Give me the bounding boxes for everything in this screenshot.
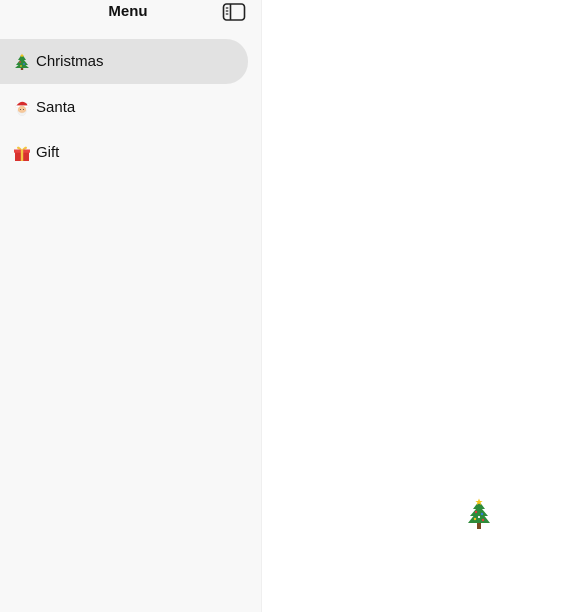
sidebar-item-santa[interactable]: Santa [0, 85, 248, 130]
sidebar-title: Menu [108, 3, 148, 20]
santa-icon [15, 101, 30, 116]
sidebar-item-christmas[interactable]: Christmas [0, 39, 248, 84]
sidebar-toggle-button[interactable] [222, 2, 246, 22]
christmas-tree-icon [15, 53, 29, 70]
sidebar: Menu Christmas Santa Gift [0, 0, 262, 612]
sidebar-item-label: Christmas [36, 53, 104, 70]
christmas-tree-icon [468, 498, 490, 529]
sidebar-header: Menu [0, 0, 261, 26]
sidebar-item-label: Gift [36, 144, 60, 161]
sidebar-menu: Christmas Santa Gift [0, 39, 248, 176]
sidebar-item-gift[interactable]: Gift [0, 130, 248, 175]
sidebar-item-label: Santa [36, 98, 76, 116]
gift-icon [14, 146, 30, 161]
app-window: Menu Christmas Santa Gift [0, 0, 570, 612]
sidebar-toggle-icon [222, 3, 246, 21]
main-content [262, 0, 570, 612]
